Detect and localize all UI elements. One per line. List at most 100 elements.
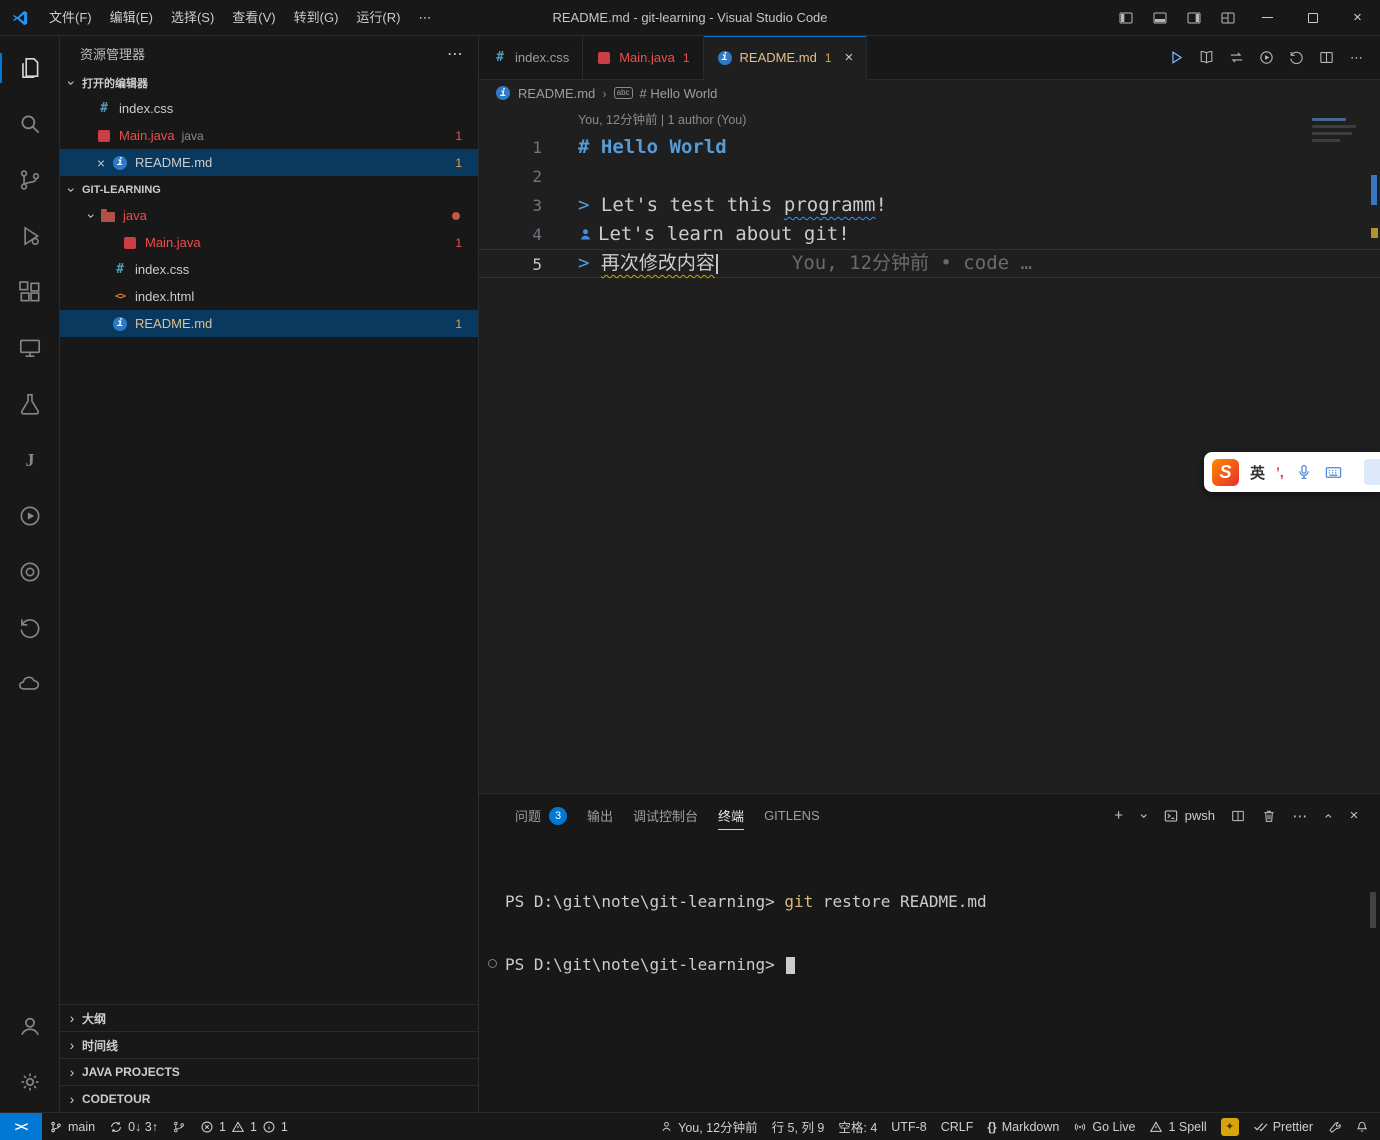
text-editor[interactable]: You, 12分钟前 | 1 author (You) 1 # Hello Wo… xyxy=(479,106,1380,793)
menu-file[interactable]: 文件(F) xyxy=(40,1,101,35)
editor-line-3[interactable]: 3 > Let's test this programm! xyxy=(479,191,1380,220)
gitlens-branch-status[interactable] xyxy=(165,1113,193,1140)
terminal[interactable]: PS D:\git\note\git-learning> git restore… xyxy=(479,837,1380,1112)
play-circle-icon[interactable] xyxy=(0,488,60,544)
tree-item-java-folder[interactable]: java xyxy=(60,202,478,229)
maximize-button[interactable] xyxy=(1290,0,1335,35)
open-editor-readme-md[interactable]: × i README.md 1 xyxy=(60,149,478,176)
section-java-projects[interactable]: JAVA PROJECTS xyxy=(60,1058,478,1085)
tab-problems[interactable]: 问题 3 xyxy=(505,794,577,837)
run-debug-icon[interactable] xyxy=(0,208,60,264)
more-actions-icon[interactable]: ⋯ xyxy=(1288,804,1312,828)
minimap[interactable] xyxy=(1308,114,1364,146)
blame-indicator[interactable]: You, 12分钟前 xyxy=(653,1113,764,1140)
toggle-panel-icon[interactable] xyxy=(1143,0,1177,35)
tools-indicator[interactable] xyxy=(1320,1113,1348,1140)
tab-output[interactable]: 输出 xyxy=(577,794,623,837)
menu-view[interactable]: 查看(V) xyxy=(223,1,284,35)
branch-indicator[interactable]: main xyxy=(42,1113,102,1140)
encoding-indicator[interactable]: UTF-8 xyxy=(884,1113,933,1140)
minimize-button[interactable] xyxy=(1245,0,1290,35)
notifications-indicator[interactable] xyxy=(1348,1113,1376,1140)
run-button[interactable] xyxy=(1163,44,1190,71)
menu-selection[interactable]: 选择(S) xyxy=(162,1,223,35)
tree-item-readme-md[interactable]: i README.md 1 xyxy=(60,310,478,337)
editor-line-1[interactable]: 1 # Hello World xyxy=(479,133,1380,162)
extensions-icon[interactable] xyxy=(0,264,60,320)
tree-item-index-css[interactable]: index.css xyxy=(60,256,478,283)
tab-index-css[interactable]: index.css xyxy=(479,36,583,80)
new-terminal-icon[interactable]: + xyxy=(1107,804,1131,828)
close-panel-icon[interactable]: × xyxy=(1342,804,1366,828)
tab-main-java[interactable]: Main.java 1 xyxy=(583,36,703,80)
maximize-panel-icon[interactable] xyxy=(1319,804,1335,828)
open-editors-header[interactable]: 打开的编辑器 xyxy=(60,71,478,95)
tab-readme-md[interactable]: i README.md 1 × xyxy=(704,36,868,80)
editor-line-2[interactable]: 2 xyxy=(479,162,1380,191)
split-editor-button[interactable] xyxy=(1313,44,1340,71)
go-live-button[interactable]: Go Live xyxy=(1066,1113,1142,1140)
settings-gear-icon[interactable] xyxy=(0,1054,60,1110)
open-editor-main-java[interactable]: Main.java java 1 xyxy=(60,122,478,149)
menu-edit[interactable]: 编辑(E) xyxy=(101,1,162,35)
ime-punctuation-toggle[interactable]: ’, xyxy=(1276,464,1284,480)
split-terminal-icon[interactable] xyxy=(1226,804,1250,828)
ime-language-toggle[interactable]: 英 xyxy=(1250,462,1265,483)
file-history-button[interactable] xyxy=(1283,44,1310,71)
remote-explorer-icon[interactable] xyxy=(0,320,60,376)
terminal-profile[interactable]: pwsh xyxy=(1159,808,1219,824)
section-codetour[interactable]: CODETOUR xyxy=(60,1085,478,1112)
close-window-button[interactable]: × xyxy=(1335,0,1380,35)
language-mode[interactable]: {} Markdown xyxy=(980,1113,1066,1140)
play-circle-button[interactable] xyxy=(1253,44,1280,71)
gold-extension-indicator[interactable]: ✦ xyxy=(1214,1113,1246,1140)
menu-run[interactable]: 运行(R) xyxy=(347,1,409,35)
tree-item-index-html[interactable]: index.html xyxy=(60,283,478,310)
workspace-header[interactable]: GIT-LEARNING xyxy=(60,178,478,202)
more-actions-icon[interactable]: ⋯ xyxy=(1343,44,1370,71)
cursor-position[interactable]: 行 5, 列 9 xyxy=(765,1113,832,1140)
open-preview-button[interactable] xyxy=(1193,44,1220,71)
account-icon[interactable] xyxy=(0,998,60,1054)
customize-layout-icon[interactable] xyxy=(1211,0,1245,35)
toggle-sidebar-icon[interactable] xyxy=(1109,0,1143,35)
close-icon[interactable]: × xyxy=(90,155,112,171)
eol-indicator[interactable]: CRLF xyxy=(934,1113,981,1140)
virtual-keyboard-icon[interactable] xyxy=(1324,463,1343,482)
source-control-icon[interactable] xyxy=(0,152,60,208)
search-icon[interactable] xyxy=(0,96,60,152)
editor-line-5-current[interactable]: 5 > 再次修改内容You, 12分钟前 • code … xyxy=(479,249,1380,278)
kill-terminal-icon[interactable] xyxy=(1257,804,1281,828)
tab-debug-console[interactable]: 调试控制台 xyxy=(623,794,708,837)
breadcrumb-file[interactable]: README.md xyxy=(518,86,595,101)
open-changes-button[interactable] xyxy=(1223,44,1250,71)
sync-indicator[interactable]: 0↓ 3↑ xyxy=(102,1113,165,1140)
java-icon[interactable] xyxy=(0,432,60,488)
spell-checker-indicator[interactable]: 1 Spell xyxy=(1142,1113,1213,1140)
open-editor-index-css[interactable]: index.css xyxy=(60,95,478,122)
more-actions-icon[interactable]: ⋯ xyxy=(447,44,464,64)
tab-gitlens[interactable]: GITLENS xyxy=(754,794,830,837)
history-icon[interactable] xyxy=(0,600,60,656)
close-icon[interactable]: × xyxy=(845,49,854,66)
microphone-icon[interactable] xyxy=(1295,463,1313,481)
cloud-icon[interactable] xyxy=(0,656,60,712)
codelens-authors[interactable]: You, 12分钟前 | 1 author (You) xyxy=(578,110,1380,131)
problems-indicator[interactable]: 1 1 1 xyxy=(193,1113,295,1140)
remote-indicator[interactable]: >< xyxy=(0,1113,42,1140)
breadcrumb-symbol[interactable]: # Hello World xyxy=(640,86,718,101)
tab-terminal[interactable]: 终端 xyxy=(708,794,754,837)
section-outline[interactable]: 大纲 xyxy=(60,1004,478,1031)
testing-icon[interactable] xyxy=(0,376,60,432)
menu-goto[interactable]: 转到(G) xyxy=(285,1,348,35)
indentation-indicator[interactable]: 空格: 4 xyxy=(831,1113,884,1140)
terminal-scrollbar[interactable] xyxy=(1370,892,1376,928)
sogou-logo-icon[interactable]: S xyxy=(1212,459,1239,486)
command-decoration-icon[interactable] xyxy=(488,959,497,968)
chevron-down-icon[interactable] xyxy=(1138,804,1152,828)
menu-more[interactable]: ⋯ xyxy=(409,1,440,35)
section-timeline[interactable]: 时间线 xyxy=(60,1031,478,1058)
explorer-icon[interactable] xyxy=(0,40,60,96)
tree-item-main-java[interactable]: Main.java 1 xyxy=(60,229,478,256)
toggle-secondary-sidebar-icon[interactable] xyxy=(1177,0,1211,35)
